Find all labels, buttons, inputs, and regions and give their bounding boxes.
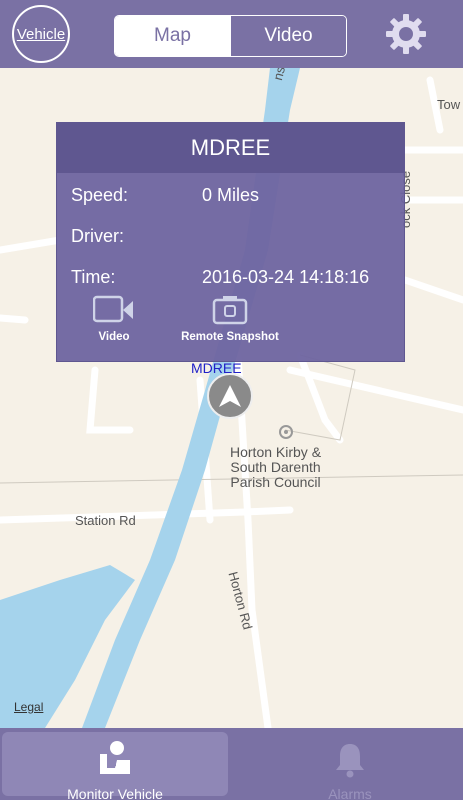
time-value: 2016-03-24 14:18:16 (202, 267, 370, 287)
tab-alarms-label: Alarms (328, 786, 372, 800)
tab-monitor-vehicle[interactable]: Monitor Vehicle (2, 732, 228, 800)
poi-line-2: South Darenth (230, 459, 321, 475)
time-label: Time: (71, 267, 116, 287)
view-segmented-control: Map Video (114, 15, 347, 57)
vehicle-button[interactable]: Vehicle (12, 5, 70, 63)
tab-alarms[interactable]: Alarms (240, 732, 460, 800)
speed-row: Speed: 0 Miles (71, 185, 259, 206)
street-label-tow: Tow (437, 97, 461, 112)
time-row: Time: 2016-03-24 14:18:16 (71, 267, 369, 288)
tab-map[interactable]: Map (115, 16, 230, 56)
tab-video[interactable]: Video (230, 16, 346, 56)
gear-icon[interactable] (383, 11, 429, 57)
video-camera-icon (93, 295, 133, 323)
bell-icon (336, 744, 364, 778)
snapshot-action-button[interactable]: Remote Snapshot (170, 295, 290, 343)
snapshot-action-label: Remote Snapshot (181, 331, 279, 343)
vehicle-info-popup: MDREE Speed: 0 Miles Driver: Time: 2016-… (56, 122, 405, 362)
driver-row: Driver: (71, 226, 124, 247)
poi-parish-council: Horton Kirby & South Darenth Parish Coun… (230, 445, 321, 490)
top-bar: Vehicle Map Video (0, 0, 463, 68)
video-action-button[interactable]: Video (54, 295, 174, 343)
driver-label: Driver: (71, 226, 124, 246)
tab-monitor-label: Monitor Vehicle (67, 786, 163, 800)
speed-value: 0 Miles (202, 185, 260, 205)
vehicle-marker[interactable] (207, 373, 253, 419)
street-label-station-rd: Station Rd (75, 513, 136, 528)
legal-link[interactable]: Legal (14, 700, 43, 714)
video-action-label: Video (98, 331, 130, 343)
poi-line-3: Parish Council (230, 474, 321, 490)
navigation-arrow-icon (219, 385, 241, 407)
speed-label: Speed: (71, 185, 129, 205)
popup-title: MDREE (57, 123, 404, 173)
poi-line-1: Horton Kirby & (230, 444, 322, 460)
monitor-vehicle-icon (100, 741, 130, 774)
bottom-tab-bar: Monitor Vehicle Alarms (0, 728, 463, 800)
camera-icon (212, 296, 248, 325)
